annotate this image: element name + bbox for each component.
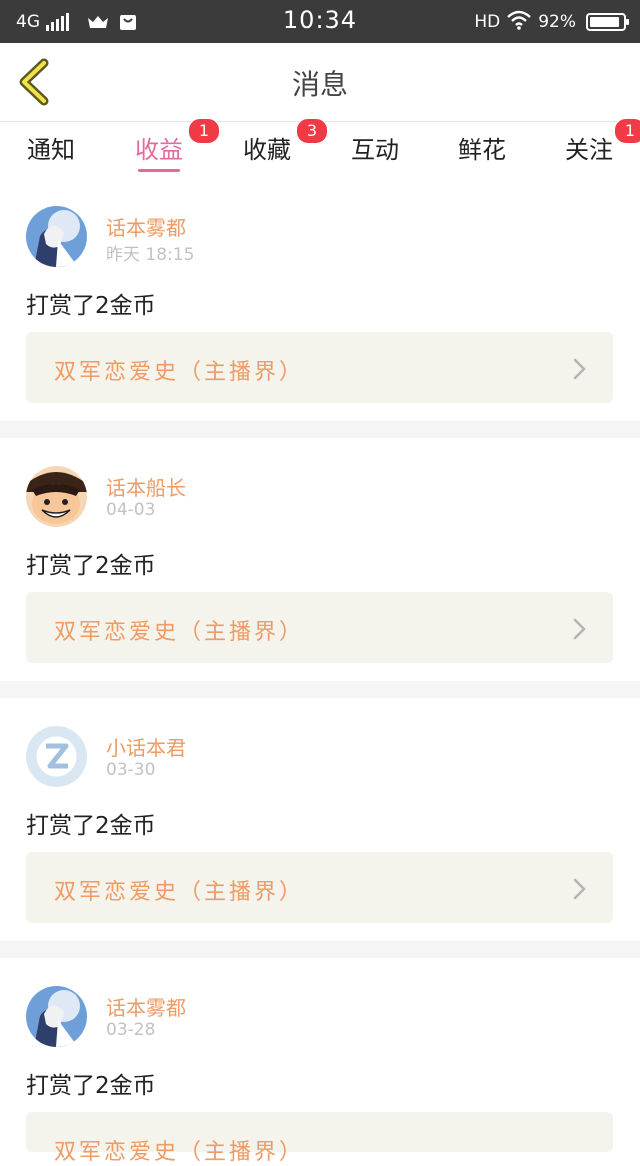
avatar[interactable] — [26, 986, 87, 1047]
timestamp: 昨天 18:15 — [106, 245, 195, 265]
timestamp: 03-30 — [106, 760, 156, 780]
anime-boy-avatar-icon — [26, 206, 87, 267]
wifi-icon — [506, 10, 532, 35]
tab-badge: 1 — [614, 118, 640, 144]
username[interactable]: 话本雾都 — [106, 212, 186, 241]
tab-bar: 通知 收益 1 收藏 3 互动 鲜花 关注 1 — [0, 118, 640, 178]
avatar[interactable] — [26, 466, 87, 527]
header-bar: 消息 — [0, 43, 640, 122]
message-text: 打赏了2金币 — [26, 813, 156, 839]
tab-label: 互动 — [351, 136, 399, 164]
tab-flowers[interactable]: 鲜花 — [453, 130, 511, 176]
tab-favorites[interactable]: 收藏 3 — [238, 118, 328, 176]
tab-badge: 3 — [296, 118, 328, 144]
default-q-avatar-icon — [26, 726, 87, 787]
message-card: 话本船长 04-03 打赏了2金币 双军恋爱史（主播界） — [0, 438, 640, 698]
timestamp: 03-28 — [106, 1020, 156, 1040]
message-card: 话本雾都 03-28 打赏了2金币 双军恋爱史（主播界） — [0, 958, 640, 1165]
username[interactable]: 小话本君 — [106, 732, 186, 761]
anime-boy-avatar-icon — [26, 986, 87, 1047]
tab-label: 收藏 — [243, 136, 291, 164]
work-link[interactable]: 双军恋爱史（主播界） — [26, 332, 613, 403]
tab-earnings[interactable]: 收益 1 — [130, 118, 220, 176]
work-link[interactable]: 双军恋爱史（主播界） — [26, 852, 613, 923]
tab-label: 鲜花 — [458, 136, 506, 164]
chevron-right-icon — [573, 358, 586, 380]
tab-label: 通知 — [27, 136, 75, 164]
work-title: 双军恋爱史（主播界） — [54, 1140, 305, 1165]
tab-notifications[interactable]: 通知 — [22, 130, 80, 176]
username[interactable]: 话本雾都 — [106, 992, 186, 1021]
message-card: 话本雾都 昨天 18:15 打赏了2金币 双军恋爱史（主播界） — [0, 178, 640, 438]
tab-label: 收益 — [135, 136, 183, 164]
tab-badge: 1 — [188, 118, 220, 144]
message-card: 小话本君 03-30 打赏了2金币 双军恋爱史（主播界） — [0, 698, 640, 958]
message-text: 打赏了2金币 — [26, 553, 156, 579]
work-title: 双军恋爱史（主播界） — [54, 360, 305, 385]
chevron-right-icon — [573, 878, 586, 900]
message-text: 打赏了2金币 — [26, 1073, 156, 1099]
avatar[interactable] — [26, 206, 87, 267]
timestamp: 04-03 — [106, 500, 156, 520]
avatar[interactable] — [26, 726, 87, 787]
hd-label: HD — [474, 12, 501, 32]
straw-hat-avatar-icon — [26, 466, 87, 527]
message-list: 话本雾都 昨天 18:15 打赏了2金币 双军恋爱史（主播界） 话本船长 04-… — [0, 178, 640, 1165]
page-title: 消息 — [291, 68, 348, 101]
tab-label: 关注 — [565, 136, 613, 164]
work-link[interactable]: 双军恋爱史（主播界） — [26, 1112, 613, 1165]
battery-icon — [586, 13, 629, 31]
work-link[interactable]: 双军恋爱史（主播界） — [26, 592, 613, 663]
message-text: 打赏了2金币 — [26, 293, 156, 319]
status-right: HD 92% — [474, 8, 629, 36]
chevron-right-icon — [573, 618, 586, 640]
active-tab-indicator — [138, 169, 180, 172]
tab-follows[interactable]: 关注 1 — [560, 118, 640, 176]
work-title: 双军恋爱史（主播界） — [54, 620, 305, 645]
work-title: 双军恋爱史（主播界） — [54, 880, 305, 905]
username[interactable]: 话本船长 — [106, 472, 186, 501]
tab-interactions[interactable]: 互动 — [346, 130, 404, 176]
battery-percent: 92% — [538, 12, 576, 32]
status-bar: 4G 10:34 HD 92% — [0, 0, 640, 43]
